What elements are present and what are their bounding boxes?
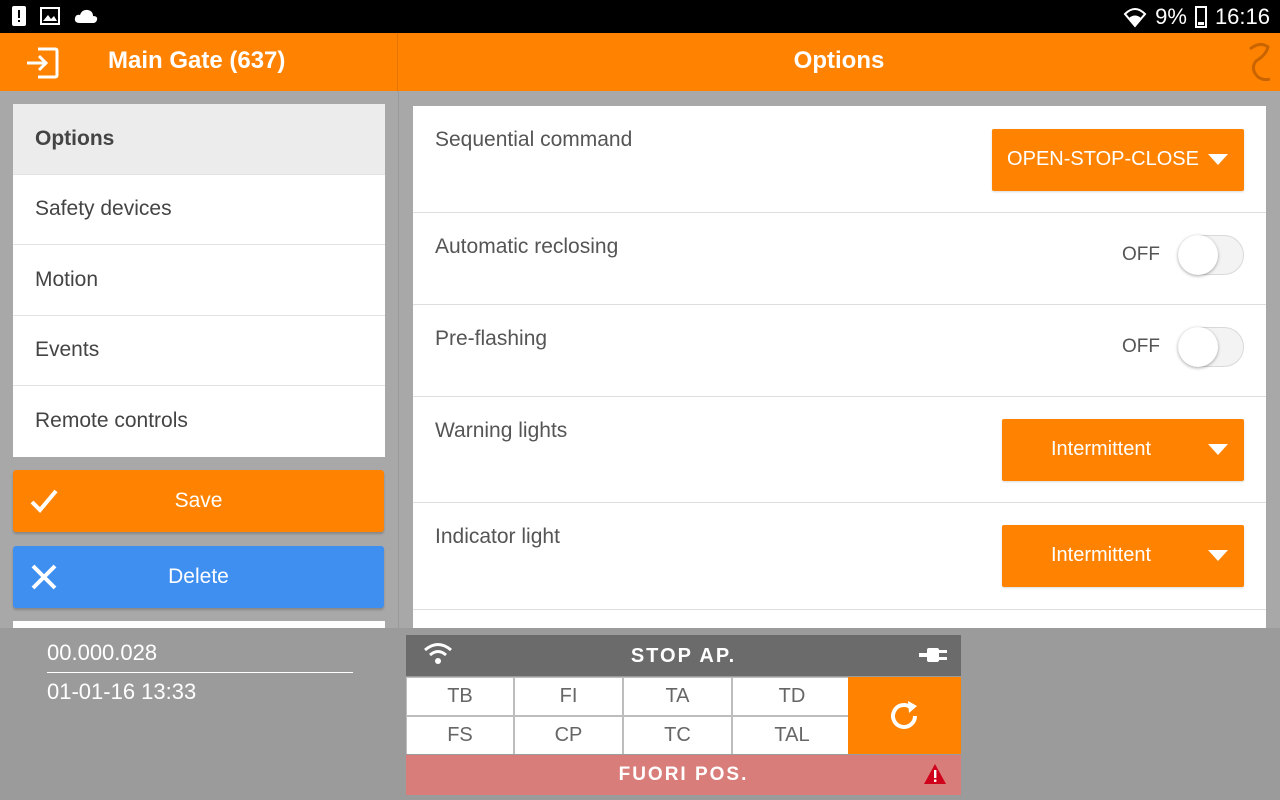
- option-row-automatic-reclosing: Automatic reclosing OFF: [413, 213, 1266, 305]
- wifi-icon: [1123, 8, 1147, 28]
- toggle-knob: [1178, 327, 1218, 367]
- warning-icon: [924, 764, 946, 784]
- toggle-state-label: OFF: [1122, 244, 1160, 265]
- option-label: Automatic reclosing: [435, 235, 619, 258]
- dropdown-value: Intermittent: [1050, 438, 1152, 460]
- sidebar-item-label: Motion: [35, 267, 99, 291]
- signal-cell-cp: CP: [515, 717, 622, 754]
- sidebar-item-remote-controls[interactable]: Remote controls: [13, 386, 385, 457]
- chevron-down-icon: [1208, 154, 1228, 165]
- option-label: Indicator light: [435, 525, 560, 548]
- option-label: Sequential command: [435, 128, 633, 151]
- device-header: Main Gate (637): [0, 33, 398, 91]
- toggle-state-label: OFF: [1122, 336, 1160, 357]
- device-datetime: 01-01-16 13:33: [47, 679, 197, 704]
- signal-cell-tal: TAL: [733, 717, 851, 754]
- power-plug-icon: [919, 648, 947, 662]
- sequential-command-dropdown[interactable]: OPEN-STOP-CLOSE: [992, 129, 1244, 191]
- close-icon: [31, 564, 57, 590]
- exit-icon[interactable]: [24, 45, 60, 81]
- divider: [47, 672, 353, 673]
- option-label: Warning lights: [435, 419, 568, 442]
- device-code: 00.000.028: [47, 640, 158, 665]
- delete-button-label: Delete: [168, 565, 229, 588]
- sidebar-item-motion[interactable]: Motion: [13, 245, 385, 316]
- app-bar: Main Gate (637) Options: [0, 33, 1280, 91]
- pre-flashing-toggle[interactable]: [1178, 327, 1244, 367]
- refresh-icon: [891, 701, 917, 729]
- status-header: STOP AP.: [406, 635, 961, 676]
- status-panel: STOP AP. TB FI TA TD FS CP TC TAL FUORI …: [406, 635, 961, 795]
- options-list: Sequential command OPEN-STOP-CLOSE Autom…: [413, 106, 1266, 636]
- sidebar-item-label: Events: [35, 338, 100, 362]
- alarm-text: FUORI POS.: [618, 764, 749, 785]
- save-button-label: Save: [174, 489, 223, 512]
- chevron-down-icon: [1208, 444, 1228, 455]
- checkmark-icon: [30, 489, 58, 513]
- chevron-down-icon: [1208, 550, 1228, 561]
- signal-cell-ta: TA: [624, 678, 731, 715]
- status-title: STOP AP.: [630, 645, 737, 667]
- dropdown-value: OPEN-STOP-CLOSE: [1007, 148, 1199, 170]
- automatic-reclosing-toggle[interactable]: [1178, 235, 1244, 275]
- refresh-button[interactable]: [848, 677, 961, 754]
- sidebar-menu: Options Safety devices Motion Events Rem…: [13, 104, 385, 457]
- indicator-light-dropdown[interactable]: Intermittent: [1002, 525, 1244, 587]
- dropdown-value: Intermittent: [1050, 544, 1152, 566]
- signal-cell-fi: FI: [515, 678, 622, 715]
- battery-percent: 9%: [1155, 4, 1187, 29]
- image-notification-icon: [40, 7, 60, 25]
- toggle-knob: [1178, 235, 1218, 275]
- cloud-notification-icon: [74, 9, 98, 23]
- sidebar-item-events[interactable]: Events: [13, 316, 385, 386]
- brand-logo-icon: [1249, 42, 1271, 82]
- sidebar-item-options[interactable]: Options: [13, 104, 385, 175]
- sidebar-item-label: Options: [35, 126, 115, 150]
- signal-cell-fs: FS: [407, 717, 513, 754]
- option-row-warning-lights: Warning lights Intermittent: [413, 397, 1266, 503]
- warning-lights-dropdown[interactable]: Intermittent: [1002, 419, 1244, 481]
- option-label: Pre-flashing: [435, 327, 548, 350]
- battery-icon: [1194, 6, 1207, 28]
- alert-notification-icon: [12, 6, 26, 26]
- sidebar-item-safety-devices[interactable]: Safety devices: [13, 175, 385, 245]
- delete-button[interactable]: Delete: [13, 546, 384, 608]
- page-title: Options: [793, 47, 885, 74]
- signal-cell-td: TD: [733, 678, 851, 715]
- option-row-pre-flashing: Pre-flashing OFF: [413, 305, 1266, 397]
- sidebar-item-label: Safety devices: [35, 197, 172, 221]
- sidebar: Options Safety devices Motion Events Rem…: [0, 91, 398, 631]
- save-button[interactable]: Save: [13, 470, 384, 532]
- clock: 16:16: [1214, 4, 1270, 29]
- alarm-bar: FUORI POS.: [406, 755, 961, 795]
- sidebar-item-label: Remote controls: [35, 409, 188, 433]
- signal-cell-tc: TC: [624, 717, 731, 754]
- options-pane: Sequential command OPEN-STOP-CLOSE Autom…: [399, 91, 1280, 636]
- option-row-sequential-command: Sequential command OPEN-STOP-CLOSE: [413, 106, 1266, 213]
- signal-cell-tb: TB: [407, 678, 513, 715]
- system-status-bar: 9% 16:16: [0, 0, 1280, 33]
- device-title: Main Gate (637): [108, 47, 286, 74]
- device-status-footer: 00.000.028 01-01-16 13:33 STOP AP. TB FI…: [0, 628, 1280, 800]
- option-row-indicator-light: Indicator light Intermittent: [413, 503, 1266, 610]
- status-signal-grid: TB FI TA TD FS CP TC TAL: [406, 677, 851, 754]
